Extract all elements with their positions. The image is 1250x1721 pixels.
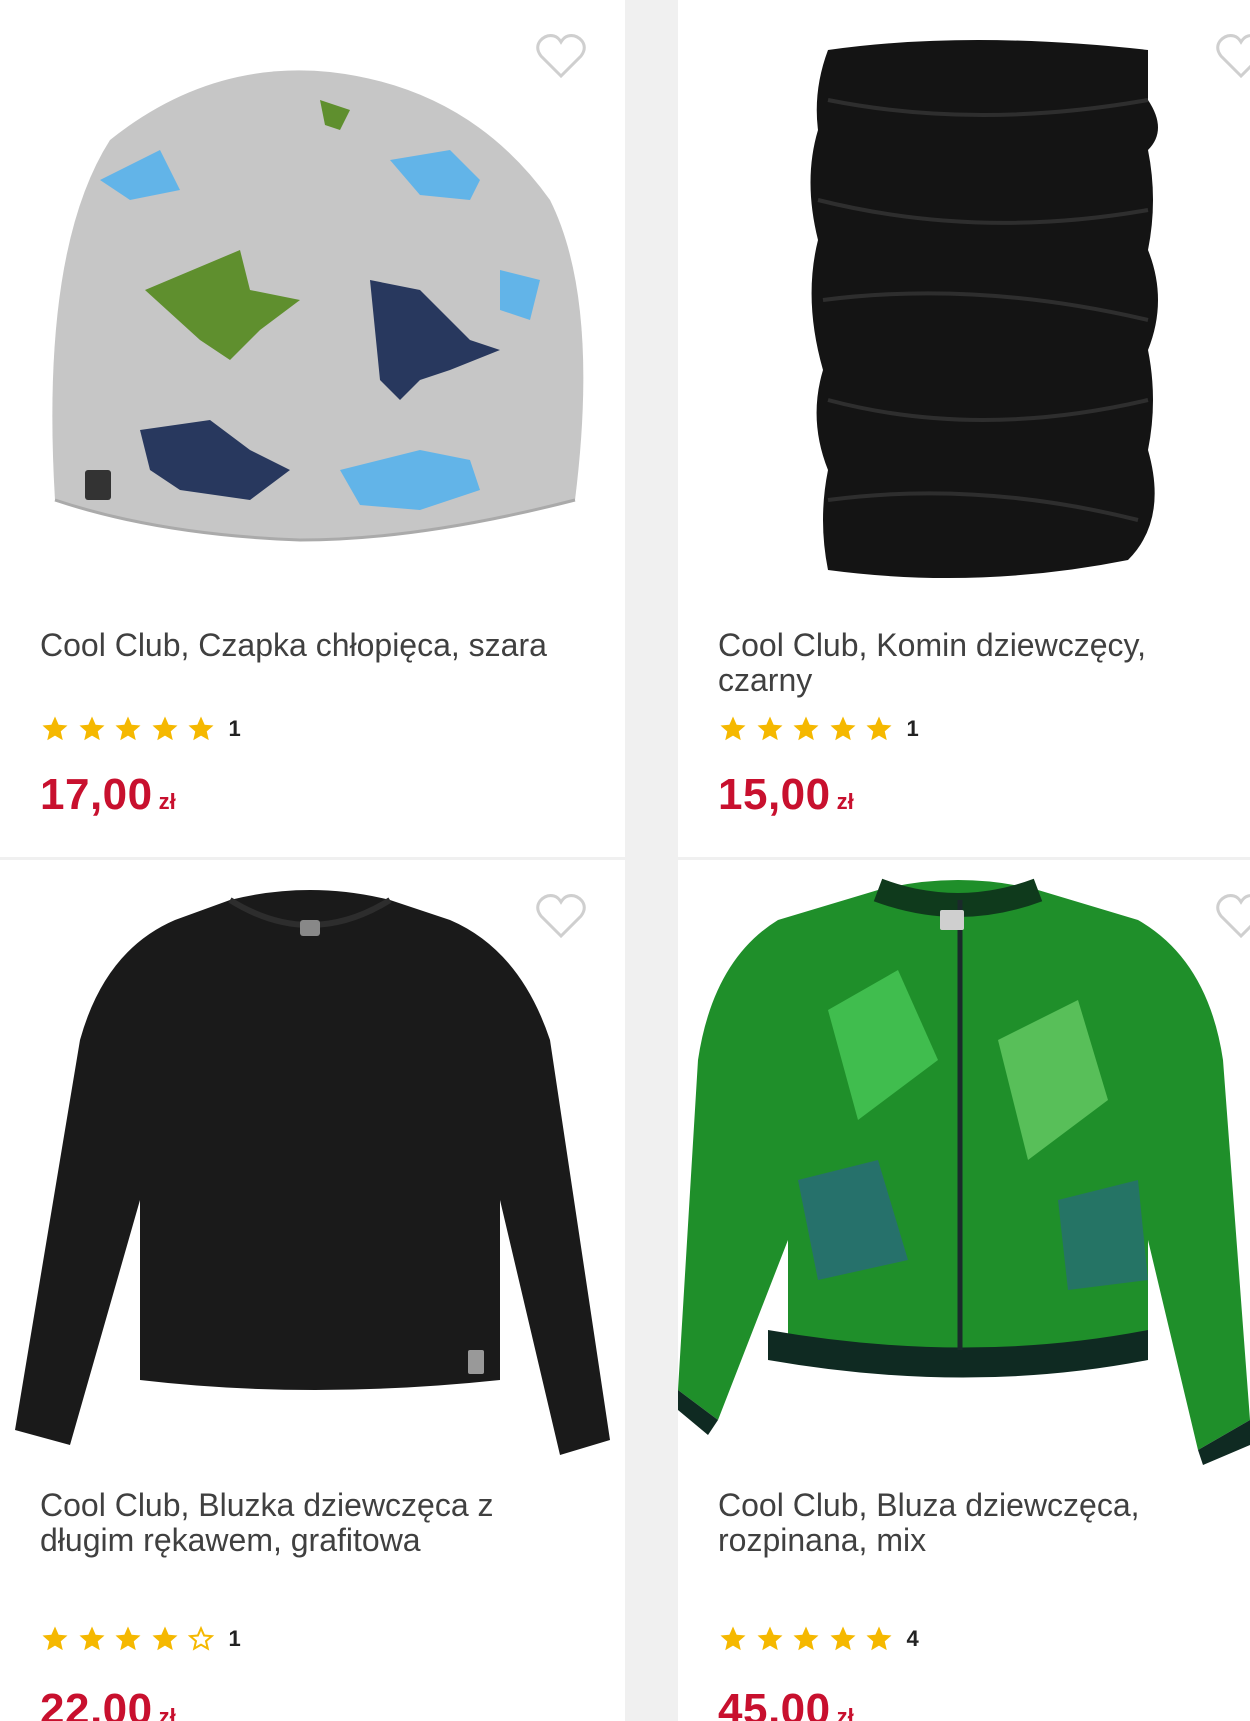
- star-icon: [42, 1626, 68, 1651]
- review-count: 4: [906, 1626, 919, 1651]
- review-count: 1: [228, 716, 241, 741]
- product-image-longsleeve[interactable]: [0, 860, 625, 1470]
- star-icon: [757, 716, 782, 741]
- star-icon: [79, 716, 104, 741]
- star-icon: [42, 716, 68, 741]
- price: 45,00 zł: [718, 1685, 854, 1721]
- heart-icon[interactable]: [1215, 32, 1250, 80]
- price-currency: zł: [158, 789, 176, 814]
- product-image-snood[interactable]: [678, 0, 1250, 610]
- star-icon: [79, 1626, 104, 1651]
- product-image-beanie[interactable]: [0, 0, 625, 610]
- product-title[interactable]: Cool Club, Bluza dziewczęca, rozpinana, …: [718, 1488, 1238, 1558]
- star-icon: [115, 1626, 141, 1651]
- star-icon: [830, 1626, 855, 1651]
- heart-icon[interactable]: [1215, 892, 1250, 940]
- price-currency: zł: [836, 1704, 854, 1721]
- product-card[interactable]: Cool Club, Bluzka dziewczęca z długim rę…: [0, 860, 625, 1721]
- rating: 4: [718, 1622, 919, 1656]
- star-icon: [188, 716, 214, 741]
- price-amount: 45,00: [718, 1685, 831, 1721]
- price-amount: 15,00: [718, 770, 831, 819]
- rating: 1: [718, 712, 919, 746]
- product-card[interactable]: Cool Club, Bluza dziewczęca, rozpinana, …: [678, 860, 1250, 1721]
- product-grid: Cool Club, Czapka chłopięca, szara 1 17,…: [0, 0, 1250, 1721]
- star-icon: [793, 1626, 819, 1651]
- heart-icon[interactable]: [535, 892, 587, 940]
- product-card[interactable]: Cool Club, Komin dziewczęcy, czarny 1 15…: [678, 0, 1250, 857]
- star-icon: [830, 716, 855, 741]
- price: 22,00 zł: [40, 1685, 176, 1721]
- star-icon: [152, 1626, 177, 1651]
- star-icon: [115, 716, 141, 741]
- star-icon: [866, 716, 892, 741]
- price-amount: 22,00: [40, 1685, 153, 1721]
- product-title[interactable]: Cool Club, Bluzka dziewczęca z długim rę…: [40, 1488, 560, 1558]
- product-image-sequin-jacket[interactable]: [678, 860, 1250, 1470]
- star-outline-icon: [187, 1625, 215, 1651]
- product-title[interactable]: Cool Club, Komin dziewczęcy, czarny: [718, 628, 1238, 698]
- product-title[interactable]: Cool Club, Czapka chłopięca, szara: [40, 628, 560, 663]
- price-amount: 17,00: [40, 770, 153, 819]
- star-icon: [866, 1626, 892, 1651]
- review-count: 1: [906, 716, 919, 741]
- heart-icon[interactable]: [535, 32, 587, 80]
- product-card[interactable]: Cool Club, Czapka chłopięca, szara 1 17,…: [0, 0, 625, 857]
- review-count: 1: [228, 1626, 241, 1651]
- rating: 1: [40, 1622, 241, 1656]
- star-icon: [152, 716, 177, 741]
- price-currency: zł: [158, 1704, 176, 1721]
- price: 17,00 zł: [40, 770, 176, 820]
- star-icon: [720, 1626, 746, 1651]
- rating: 1: [40, 712, 241, 746]
- price: 15,00 zł: [718, 770, 854, 820]
- star-icon: [720, 716, 746, 741]
- star-icon: [793, 716, 819, 741]
- star-icon: [757, 1626, 782, 1651]
- price-currency: zł: [836, 789, 854, 814]
